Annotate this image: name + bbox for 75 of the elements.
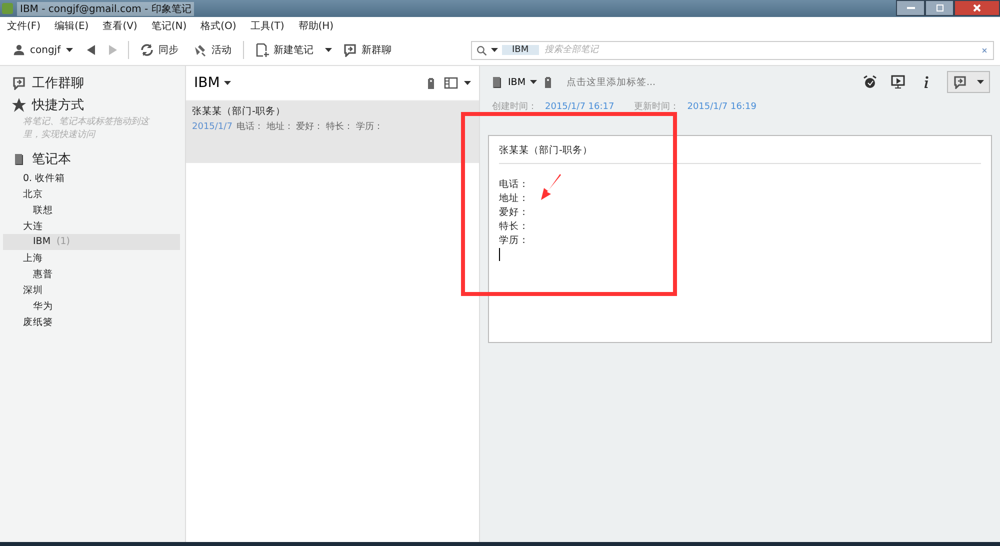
annotation-arrow [540,173,562,201]
caret-icon [491,48,498,52]
caret-icon [530,80,537,84]
tag-field[interactable]: 点击这里添加标签... [564,76,691,88]
share-button[interactable] [947,71,990,93]
note-line: 地址： [499,192,530,206]
note-title: 张某某（部门-职务） [499,144,981,164]
chat-icon[interactable] [953,75,967,89]
notebook-item[interactable]: 上海 [0,250,185,266]
note-line: 学历： [499,234,530,248]
activity-button[interactable]: 活动 [190,41,235,59]
sidebar-heading[interactable]: 工作群聊 [32,74,84,92]
note-snippet: 2015/1/7 电话： 地址： 爱好： 特长： 学历： [192,120,384,133]
menu-item[interactable]: 编辑(E) [54,19,89,33]
note-title: 张某某（部门-职务） [192,105,286,118]
menu-item[interactable]: 帮助(H) [298,19,334,33]
minimize-icon [906,6,914,10]
notebook-item[interactable]: 深圳 [0,282,185,298]
minimize-button[interactable] [896,0,925,16]
notebook-dropdown[interactable]: IBM [194,75,231,91]
note-line: 电话： [499,178,530,192]
sync-icon[interactable] [140,43,154,57]
chat-icon[interactable] [12,76,26,90]
note-line: 特长： [499,220,530,234]
user-icon [13,44,25,56]
text-cursor [499,248,500,261]
note-editor[interactable]: 张某某（部门-职务） 电话： 地址： 爱好： 特长： 学历： [488,135,992,343]
view-icon[interactable] [444,76,458,90]
notebook-item[interactable]: 华为 [0,298,185,314]
window-title: IBM - congjf@gmail.com - 印象笔记 [17,2,194,16]
sidebar-heading[interactable]: 笔记本 [32,150,71,168]
notebook-item[interactable]: 废纸篓 [0,314,185,330]
notebook-item[interactable]: IBM (1) [3,234,180,250]
caret-icon [977,80,984,84]
search-icon[interactable] [476,44,487,56]
sync-button[interactable]: 同步 [136,41,182,59]
notebook-item[interactable]: 0. 收件箱 [0,170,185,186]
note-line: 爱好： [499,206,530,220]
caret-icon [224,81,231,85]
search-bar[interactable]: IBM 搜索全部笔记 [471,40,994,60]
notebook-item[interactable]: 联想 [0,202,185,218]
new-note-icon[interactable] [254,43,269,57]
reminder-icon[interactable] [863,75,877,89]
close-button[interactable] [954,0,1000,16]
notebook-item[interactable]: 惠普 [0,266,185,282]
caret-icon [464,81,471,85]
chat-icon[interactable] [342,43,357,57]
notebook-icon[interactable] [490,75,504,89]
caret-icon [324,48,332,52]
app-icon [2,3,13,14]
note-card[interactable]: 张某某（部门-职务） 2015/1/7 电话： 地址： 爱好： 特长： 学历： [186,101,479,163]
search-scope: IBM [502,45,539,55]
notebook-item[interactable]: 北京 [0,186,185,202]
close-icon [973,4,981,12]
new-chat-button[interactable]: 新群聊 [340,41,395,59]
menu-item[interactable]: 文件(F) [7,19,41,33]
updated-time: 更新时间： 2015/1/7 16:19 [634,100,756,113]
user-button[interactable]: congjf [10,42,76,58]
caret-icon [66,48,73,52]
presentation-icon[interactable] [891,75,905,89]
new-note-button[interactable]: 新建笔记 [252,41,317,59]
maximize-button[interactable] [925,0,954,16]
maximize-icon [936,4,944,12]
clear-icon[interactable] [980,46,989,54]
notebook-icon[interactable] [12,152,26,166]
sidebar-heading[interactable]: 快捷方式 [32,96,84,114]
notebook-dropdown[interactable]: IBM [508,76,537,88]
created-time: 创建时间： 2015/1/7 16:17 [492,100,614,113]
menu-item[interactable]: 查看(V) [102,19,138,33]
star-icon[interactable] [12,98,26,112]
notebook-item[interactable]: 大连 [0,218,185,234]
menu-item[interactable]: 笔记(N) [151,19,187,33]
menu-item[interactable]: 格式(O) [200,19,236,33]
menu-item[interactable]: 工具(T) [250,19,284,33]
shortcuts-hint: 将笔记、笔记本或标签拖动到这里，实现快速访问 [22,116,151,142]
